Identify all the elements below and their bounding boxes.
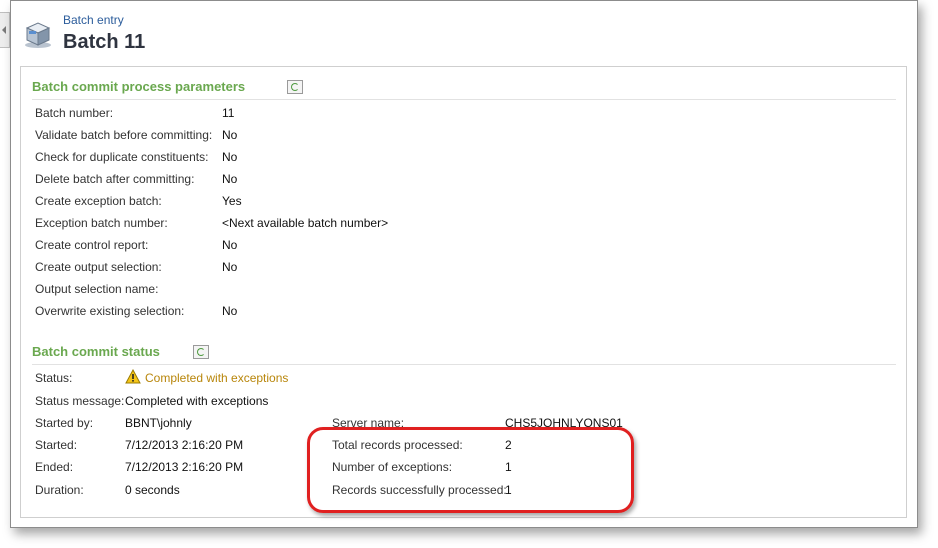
started-label: Started: [35, 438, 78, 452]
collapse-sidebar-tab[interactable] [0, 12, 10, 48]
highlight-annotation [307, 427, 634, 513]
refresh-status-icon[interactable] [193, 345, 209, 359]
param-value-batch-number: 11 [222, 106, 235, 120]
param-value-control-report: No [222, 238, 238, 252]
param-value-check-duplicates: No [222, 150, 238, 164]
params-section-title[interactable]: Batch commit process parameters [32, 79, 245, 94]
chevron-left-icon [2, 26, 6, 34]
status-section-title[interactable]: Batch commit status [32, 344, 160, 359]
param-label-validate: Validate batch before committing: [35, 128, 213, 142]
param-label-create-exception: Create exception batch: [35, 194, 162, 208]
status-message-label: Status message: [35, 394, 125, 408]
param-label-control-report: Create control report: [35, 238, 149, 252]
started-value: 7/12/2013 2:16:20 PM [125, 438, 244, 452]
status-label: Status: [35, 371, 73, 385]
duration-label: Duration: [35, 483, 84, 497]
section-divider [32, 364, 896, 365]
duration-value: 0 seconds [125, 483, 180, 497]
param-value-output-selection: No [222, 260, 238, 274]
ended-label: Ended: [35, 460, 74, 474]
breadcrumb[interactable]: Batch entry [63, 13, 124, 27]
started-by-value: BBNT\johnly [125, 416, 192, 430]
param-value-delete-batch: No [222, 172, 238, 186]
refresh-params-icon[interactable] [287, 80, 303, 94]
param-label-overwrite-selection: Overwrite existing selection: [35, 304, 185, 318]
ended-value: 7/12/2013 2:16:20 PM [125, 460, 244, 474]
param-value-create-exception: Yes [222, 194, 242, 208]
param-value-validate: No [222, 128, 238, 142]
section-divider [32, 99, 896, 100]
page-header: Batch entry Batch 11 [23, 11, 903, 55]
param-label-exception-number: Exception batch number: [35, 216, 168, 230]
warning-icon [125, 369, 141, 384]
param-value-exception-number: <Next available batch number> [222, 216, 389, 230]
page-title: Batch 11 [63, 31, 146, 53]
status-message-value: Completed with exceptions [125, 394, 269, 408]
param-label-delete-batch: Delete batch after committing: [35, 172, 195, 186]
status-value: Completed with exceptions [145, 371, 289, 385]
param-label-batch-number: Batch number: [35, 106, 114, 120]
param-label-check-duplicates: Check for duplicate constituents: [35, 150, 209, 164]
param-value-overwrite-selection: No [222, 304, 238, 318]
param-label-output-selection: Create output selection: [35, 260, 162, 274]
batch-entry-icon [25, 22, 51, 48]
param-label-output-selection-name: Output selection name: [35, 282, 159, 296]
started-by-label: Started by: [35, 416, 94, 430]
